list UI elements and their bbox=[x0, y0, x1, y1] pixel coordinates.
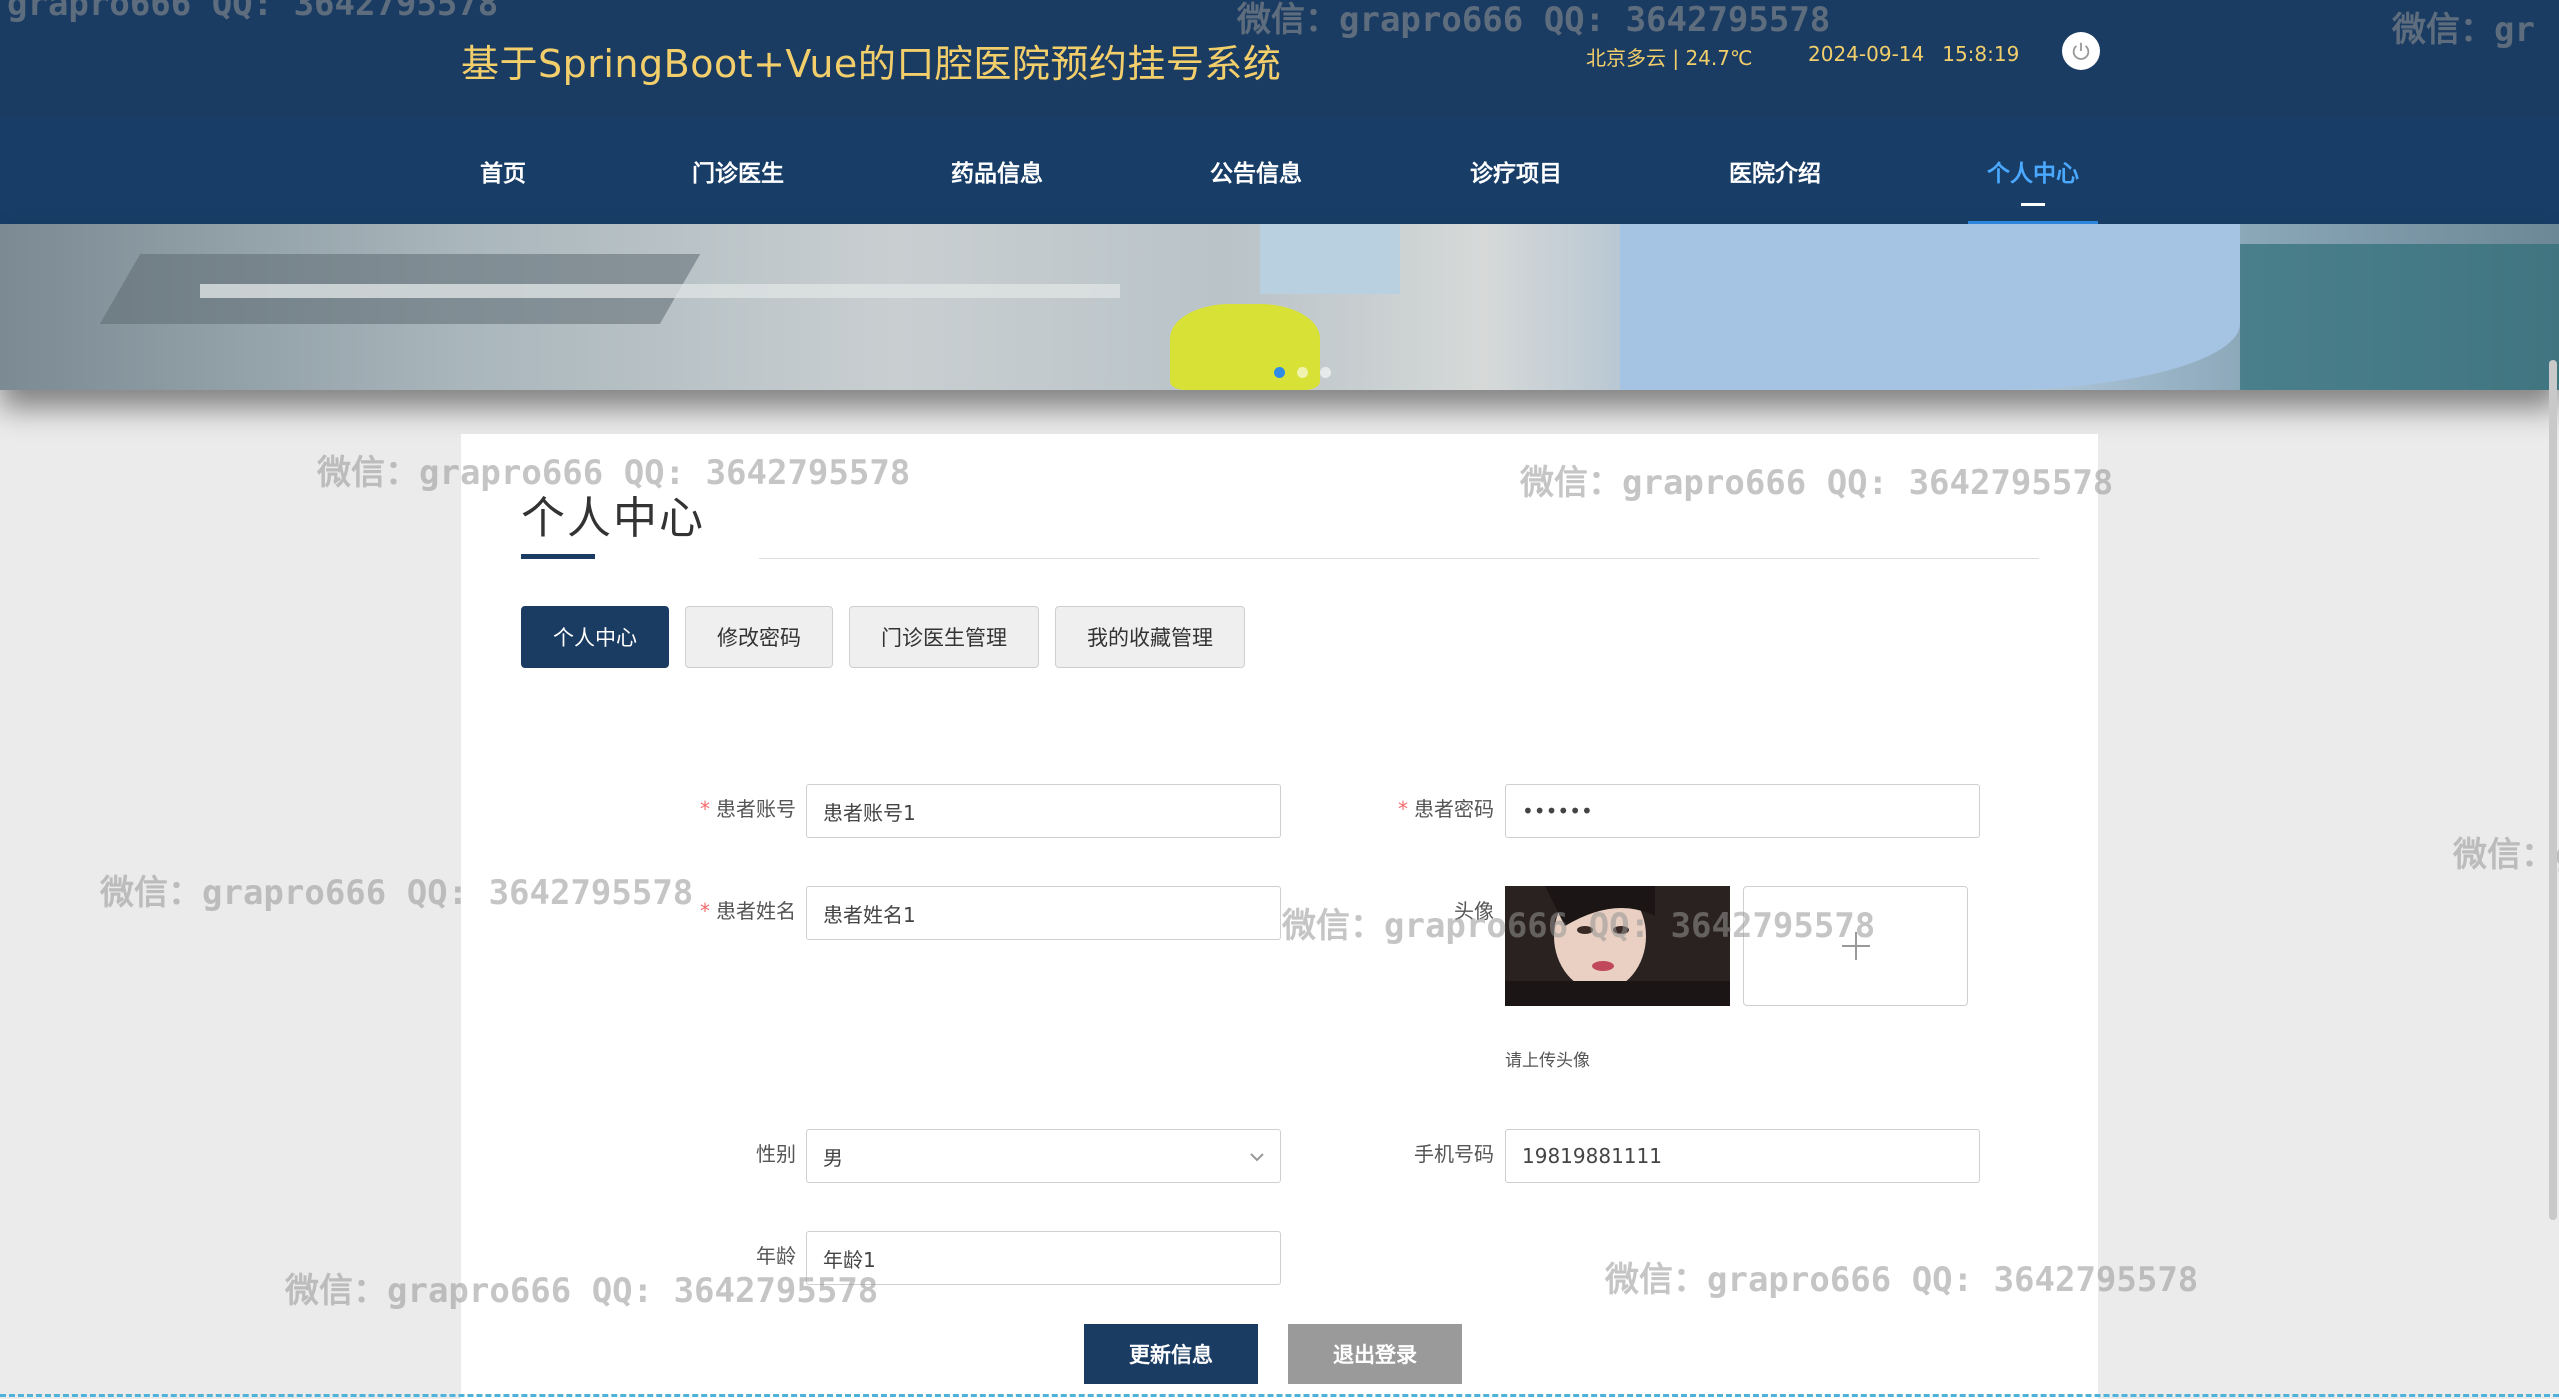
nav-item-label: 药品信息 bbox=[951, 161, 1043, 187]
nav-item-label: 医院介绍 bbox=[1729, 161, 1821, 187]
power-icon bbox=[2072, 42, 2090, 60]
gender-select[interactable]: 男 bbox=[806, 1129, 1281, 1183]
name-label-text: 患者姓名 bbox=[716, 899, 796, 923]
nav-item-hospital-intro[interactable]: 医院介绍 bbox=[1710, 118, 1840, 224]
name-label: * 患者姓名 bbox=[646, 895, 796, 924]
required-mark: * bbox=[1398, 797, 1408, 821]
logout-power-button[interactable] bbox=[2062, 32, 2100, 70]
password-label-text: 患者密码 bbox=[1414, 797, 1494, 821]
update-info-button[interactable]: 更新信息 bbox=[1084, 1324, 1258, 1384]
phone-label: 手机号码 bbox=[1414, 1142, 1494, 1166]
carousel-dot[interactable] bbox=[1297, 367, 1308, 378]
chevron-down-icon bbox=[1250, 1153, 1264, 1162]
nav-item-personal-center[interactable]: 个人中心 bbox=[1968, 118, 2098, 224]
tab-doctor-management[interactable]: 门诊医生管理 bbox=[849, 606, 1039, 668]
site-title: 基于SpringBoot+Vue的口腔医院预约挂号系统 bbox=[461, 42, 1282, 86]
account-label-text: 患者账号 bbox=[716, 797, 796, 821]
avatar-upload-button[interactable] bbox=[1743, 886, 1968, 1006]
logout-button[interactable]: 退出登录 bbox=[1288, 1324, 1462, 1384]
nav-item-label: 公告信息 bbox=[1210, 161, 1302, 187]
carousel-dot[interactable] bbox=[1274, 367, 1285, 378]
banner-figure bbox=[1260, 224, 1400, 294]
banner-cabinet bbox=[2240, 244, 2559, 390]
page-scrollbar[interactable] bbox=[2549, 360, 2557, 1220]
phone-field[interactable]: 19819881111 bbox=[1505, 1129, 1980, 1183]
main-nav: 首页 门诊医生 药品信息 公告信息 诊疗项目 医院介绍 个人中心 bbox=[0, 118, 2559, 224]
nav-item-notices[interactable]: 公告信息 bbox=[1191, 118, 1321, 224]
nav-item-medicine[interactable]: 药品信息 bbox=[932, 118, 1062, 224]
tab-personal-center[interactable]: 个人中心 bbox=[521, 606, 669, 668]
gender-label: 性别 bbox=[756, 1142, 796, 1166]
nav-item-label: 个人中心 bbox=[1987, 161, 2079, 187]
time-text: 15:8:19 bbox=[1942, 42, 2020, 66]
nav-item-home[interactable]: 首页 bbox=[438, 118, 568, 224]
datetime: 2024-09-14 15:8:19 bbox=[1808, 42, 2019, 66]
banner-rail-shape bbox=[200, 284, 1120, 298]
tab-change-password[interactable]: 修改密码 bbox=[685, 606, 833, 668]
page-title: 个人中心 bbox=[521, 493, 705, 544]
required-mark: * bbox=[700, 899, 710, 923]
age-field[interactable]: 年龄1 bbox=[806, 1231, 1281, 1285]
weather-info: 北京多云 | 24.7℃ bbox=[1586, 46, 1753, 70]
avatar-portrait bbox=[1505, 886, 1730, 1006]
name-field[interactable]: 患者姓名1 bbox=[806, 886, 1281, 940]
avatar-hint: 请上传头像 bbox=[1505, 1051, 1590, 1071]
top-header: 基于SpringBoot+Vue的口腔医院预约挂号系统 北京多云 | 24.7℃… bbox=[0, 0, 2559, 118]
carousel-dots bbox=[1274, 367, 1331, 378]
title-accent-bar bbox=[521, 554, 595, 559]
plus-icon bbox=[1841, 932, 1870, 960]
avatar-label: 头像 bbox=[1454, 899, 1494, 923]
banner-figure-blue bbox=[1620, 224, 2240, 390]
bottom-dashed-border bbox=[0, 1394, 2559, 1397]
avatar[interactable] bbox=[1505, 886, 1730, 1006]
nav-item-label: 诊疗项目 bbox=[1470, 161, 1562, 187]
tab-favorites-management[interactable]: 我的收藏管理 bbox=[1055, 606, 1245, 668]
password-field[interactable]: •••••• bbox=[1505, 784, 1980, 838]
carousel-dot[interactable] bbox=[1320, 367, 1331, 378]
date-text: 2024-09-14 bbox=[1808, 42, 1925, 66]
title-divider bbox=[759, 558, 2039, 559]
active-indicator bbox=[2021, 203, 2045, 206]
required-mark: * bbox=[700, 797, 710, 821]
nav-item-label: 首页 bbox=[480, 161, 526, 187]
password-label: * 患者密码 bbox=[1344, 793, 1494, 822]
nav-item-label: 门诊医生 bbox=[692, 161, 784, 187]
banner-carousel bbox=[0, 224, 2559, 390]
nav-item-treatments[interactable]: 诊疗项目 bbox=[1451, 118, 1581, 224]
age-label: 年龄 bbox=[756, 1244, 796, 1268]
account-label: * 患者账号 bbox=[646, 793, 796, 822]
profile-tabs: 个人中心 修改密码 门诊医生管理 我的收藏管理 bbox=[521, 606, 1245, 668]
account-field[interactable]: 患者账号1 bbox=[806, 784, 1281, 838]
gender-value: 男 bbox=[823, 1145, 843, 1170]
profile-card: 个人中心 个人中心 修改密码 门诊医生管理 我的收藏管理 * 患者账号 患者账号1… bbox=[461, 434, 2098, 1399]
nav-item-doctors[interactable]: 门诊医生 bbox=[673, 118, 803, 224]
watermark: 微信：gr bbox=[2453, 835, 2559, 875]
